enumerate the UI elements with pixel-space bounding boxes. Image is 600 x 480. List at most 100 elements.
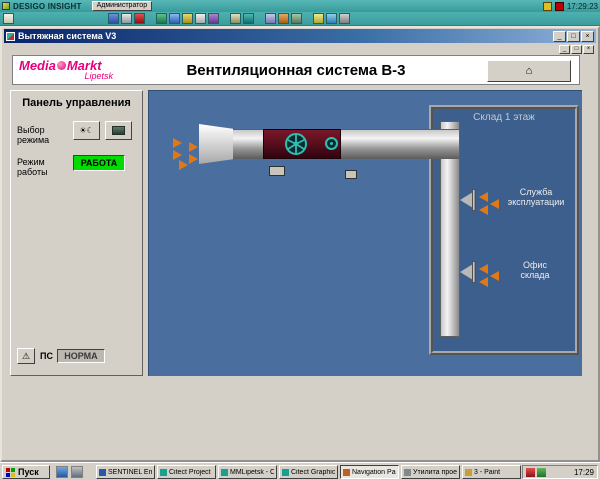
home-button[interactable]: ⌂ (487, 60, 571, 82)
airflow-arrow (479, 277, 488, 287)
desigo-app-icon (2, 2, 10, 10)
alarm-viewer-icon[interactable] (134, 13, 145, 24)
mdi-restore-button[interactable]: □ (571, 45, 582, 54)
graphics-builder-icon (282, 469, 289, 476)
vent2-label: Офис склада (511, 260, 559, 281)
find-icon[interactable] (313, 13, 324, 24)
utility-icon (404, 469, 411, 476)
citect-explorer-icon (221, 469, 228, 476)
vent1-label: Служба эксплуатации (496, 187, 576, 208)
calendar-icon[interactable] (195, 13, 206, 24)
page-header: MediaMarkt Lipetsk Вентиляционная систем… (12, 55, 580, 85)
airflow-arrow (490, 271, 499, 281)
scheduler-icon[interactable] (182, 13, 193, 24)
airflow-arrow (173, 138, 182, 148)
window-title: Вытяжная система V3 (18, 31, 116, 41)
sentinel-icon (99, 469, 106, 476)
tray-alarm-icon[interactable] (526, 468, 535, 477)
fire-alarm-label: ПС (40, 351, 53, 361)
alarm-warning-icon: ⚠ (22, 351, 30, 361)
mdi-strip: _ □ × (4, 43, 596, 55)
window-controls: _ □ × (553, 31, 594, 42)
internet-explorer-icon[interactable] (56, 466, 68, 478)
vent-flange-2 (472, 261, 476, 283)
graphics-viewer-icon[interactable] (243, 13, 254, 24)
status-yellow-icon[interactable] (543, 2, 552, 11)
log-viewer-icon[interactable] (156, 13, 167, 24)
taskbar-item-graphics-builder[interactable]: Citect Graphics Builder -... (279, 465, 338, 479)
window-titlebar[interactable]: Вытяжная система V3 _ □ × (4, 29, 596, 43)
navigation-page-icon (343, 469, 350, 476)
start-label: Пуск (18, 467, 39, 477)
app-window: Вытяжная система V3 _ □ × _ □ × MediaMar… (0, 26, 600, 462)
administrator-button[interactable]: Администратор (92, 1, 153, 11)
duct-sensor-2[interactable] (345, 170, 357, 179)
trend-viewer-icon[interactable] (169, 13, 180, 24)
paint-icon (465, 469, 472, 476)
control-panel: Панель управления Выбор режима ☀☾ Режим … (10, 90, 143, 376)
document-icon[interactable] (3, 13, 14, 24)
ventilation-scene: Склад 1 этаж (148, 90, 582, 376)
exit-icon[interactable] (339, 13, 350, 24)
desigo-app-name: DESIGO INSIGHT (13, 2, 82, 11)
day-night-mode-button[interactable]: ☀☾ (73, 121, 100, 140)
users-icon[interactable] (278, 13, 289, 24)
topbar-clock: 17:29:23 (567, 2, 598, 11)
airflow-arrow (479, 264, 488, 274)
taskbar-item-project-utility[interactable]: Утилита проекта (401, 465, 460, 479)
topbar-right-group: 17:29:23 (543, 2, 600, 11)
airflow-arrow (189, 154, 198, 164)
taskbar-item-navigation-page[interactable]: Navigation Page (340, 465, 399, 479)
display-mode-button[interactable] (105, 121, 132, 140)
airflow-arrow (179, 160, 188, 170)
help-icon[interactable] (326, 13, 337, 24)
airflow-arrow (490, 199, 499, 209)
taskbar-item-project-editor[interactable]: Citect Project Editor [N... (157, 465, 216, 479)
fan-status-indicator[interactable] (325, 137, 338, 150)
airflow-arrow (189, 142, 198, 152)
maximize-button[interactable]: □ (567, 31, 580, 42)
object-viewer-icon[interactable] (208, 13, 219, 24)
desktop: DESIGO INSIGHT Администратор 17:29:23 (0, 0, 600, 480)
display-icon (112, 126, 125, 135)
exhaust-outlet-nozzle (199, 124, 233, 164)
desigo-toolbar (0, 12, 600, 26)
airflow-arrow (173, 150, 182, 160)
printer-icon[interactable] (108, 13, 119, 24)
database-icon[interactable] (265, 13, 276, 24)
home-icon: ⌂ (526, 65, 533, 77)
taskbar-item-paint[interactable]: 3 - Paint (462, 465, 521, 479)
airflow-arrow (479, 192, 488, 202)
work-mode-label: Режим работы (17, 157, 69, 178)
taskbar-item-sentinel[interactable]: SENTINEL Emulator 2007 (96, 465, 155, 479)
mode-select-label: Выбор режима (17, 125, 69, 146)
sun-moon-icon: ☀☾ (79, 126, 93, 135)
taskbar: Пуск SENTINEL Emulator 2007 Citect Proje… (0, 462, 600, 480)
tray-status-icon[interactable] (537, 468, 546, 477)
show-desktop-icon[interactable] (71, 466, 83, 478)
system-tray: 17:29 (522, 465, 598, 479)
vent-flange-1 (472, 189, 476, 211)
alarm-red-icon[interactable] (555, 2, 564, 11)
mdi-close-button[interactable]: × (583, 45, 594, 54)
fan-impeller-icon[interactable] (284, 132, 308, 156)
fire-alarm-button[interactable]: ⚠ (17, 348, 35, 364)
settings-icon[interactable] (291, 13, 302, 24)
reports-icon[interactable] (230, 13, 241, 24)
minimize-button[interactable]: _ (553, 31, 566, 42)
desigo-title-bar: DESIGO INSIGHT Администратор 17:29:23 (0, 0, 600, 12)
citect-editor-icon (160, 469, 167, 476)
close-button[interactable]: × (581, 31, 594, 42)
tray-clock: 17:29 (574, 468, 594, 477)
work-mode-indicator: РАБОТА (73, 155, 125, 171)
taskbar-item-citect-explorer[interactable]: MMLipetsk - Citect Expl... (218, 465, 277, 479)
airflow-arrow (479, 205, 488, 215)
mdi-minimize-button[interactable]: _ (559, 45, 570, 54)
control-panel-title: Панель управления (11, 97, 142, 109)
plant-viewer-icon[interactable] (121, 13, 132, 24)
duct-sensor-1[interactable] (269, 166, 285, 176)
fire-alarm-indicator: НОРМА (57, 349, 105, 363)
window-icon (6, 32, 15, 41)
windows-logo-icon (6, 468, 15, 477)
start-button[interactable]: Пуск (2, 465, 50, 479)
